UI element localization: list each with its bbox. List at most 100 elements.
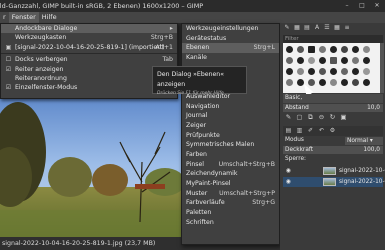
gradient-tab-icon[interactable]: ▤ [302,24,312,31]
brush-preset[interactable] [308,68,315,75]
brush-preset[interactable] [341,46,348,53]
close-button[interactable]: ✕ [370,0,384,12]
menu-item-zeiger[interactable]: Zeiger [182,121,279,131]
brush-preset[interactable] [319,46,326,53]
brush-preset[interactable] [341,79,348,86]
menu-item-pinsel[interactable]: Pinsel Umschalt+Strg+B [182,160,279,170]
menu-item-pruefpunkte[interactable]: Prüfpunkte [182,131,279,141]
brush-preset[interactable] [330,57,337,64]
menu-item-muster[interactable]: Muster Umschalt+Strg+P [182,189,279,199]
layer-row[interactable]: ◉ signal-2022-10-04 [283,177,385,187]
brush-preset[interactable] [352,68,359,75]
brush-preset[interactable] [286,68,293,75]
menu-item-kanaele[interactable]: Kanäle [182,53,279,63]
brush-preset[interactable] [319,79,326,86]
brush-preset[interactable] [286,46,293,53]
undo-tab-icon[interactable]: ↶ [316,126,327,136]
brush-preset[interactable] [297,57,304,64]
dock-tab-icons: ✎ ▦ ▤ A ☰ ▦ ≡ [282,24,383,34]
refresh-brushes-icon[interactable]: ↻ [327,113,338,121]
layers-tab-icon[interactable]: ▤ [283,126,294,136]
brush-actions: ✎ ▢ ⧉ ⊖ ↻ ▣ [283,113,383,123]
font-tab-icon[interactable]: A [312,24,322,31]
menu-item-mypaint-pinsel[interactable]: MyPaint-Pinsel [182,179,279,189]
menu-item-reiter-anzeigen[interactable]: ☑ Reiter anzeigen [1,65,177,74]
eye-icon[interactable]: ◉ [286,177,291,187]
brush-preset[interactable] [341,68,348,75]
deckkraft-slider[interactable]: Deckkraft 100,0 [283,146,383,154]
document-tab-icon[interactable]: ☰ [322,24,332,31]
tooltip: Den Dialog »Ebenen« anzeigen Drücken Sie… [152,66,247,96]
tag-selector[interactable]: Basic, [283,94,383,103]
menu-item-navigation[interactable]: Navigation [182,102,279,112]
modus-select[interactable]: Normal ▾ [345,137,383,145]
menu-item-image-window[interactable]: ▣ [signal-2022-10-04-16-20-25-819-1] (im… [1,43,177,52]
submenu-arrow-icon: ▸ [169,25,173,32]
paths-tab-icon[interactable]: ✐ [305,126,316,136]
menu-item-einzelfenster-modus[interactable]: ☑ Einzelfenster-Modus [1,83,177,92]
menu-item-werkzeugkasten[interactable]: Werkzeugkasten Strg+B [1,33,177,42]
menu-hilfe[interactable]: Hilfe [39,12,60,23]
pattern-tab-icon[interactable]: ▦ [292,24,302,31]
brush-preset[interactable] [363,68,370,75]
brush-preset[interactable] [297,68,304,75]
menu-item-reiteranordnung[interactable]: Reiteranordnung ▸ [1,74,177,83]
brush-preset[interactable] [363,79,370,86]
brush-scrollbar[interactable] [380,43,384,93]
menu-item-paletten[interactable]: Paletten [182,208,279,218]
brush-preset[interactable] [352,57,359,64]
brush-preset[interactable] [286,57,293,64]
menu-item-andockbare-dialoge[interactable]: Andockbare Dialoge ▸ [1,24,177,34]
brush-preset[interactable] [363,57,370,64]
brush-preset[interactable] [297,46,304,53]
menu-partial[interactable]: r [0,12,9,23]
menu-item-geraetestatus[interactable]: Gerätestatus [182,34,279,44]
layer-thumbnail [323,167,336,175]
menu-item-journal[interactable]: Journal [182,111,279,121]
menu-item-ebenen[interactable]: Ebenen Strg+L [182,43,279,54]
layer-row[interactable]: ◉ signal-2022-10-04 [283,166,385,176]
menu-fenster[interactable]: Fenster [8,12,39,23]
menu-item-zeichendynamik[interactable]: Zeichendynamik [182,169,279,179]
new-brush-icon[interactable]: ▢ [294,113,305,121]
menu-item-symmetrisches-malen[interactable]: Symmetrisches Malen [182,140,279,150]
image-window-icon: ▣ [5,43,12,51]
grid-view-icon[interactable]: ▦ [332,24,342,31]
menu-separator [1,53,177,55]
brush-preset[interactable] [330,46,337,53]
brush-preset[interactable] [363,46,370,53]
maximize-button[interactable]: □ [355,0,369,12]
channels-tab-icon[interactable]: ▥ [294,126,305,136]
delete-brush-icon[interactable]: ⊖ [316,113,327,121]
brush-preset[interactable] [341,57,348,64]
brush-preset[interactable] [308,57,315,64]
duplicate-brush-icon[interactable]: ⧉ [305,113,316,122]
window-title: ild-Ganzzahl, GIMP built-in sRGB, 2 Eben… [0,0,385,12]
checkbox-icon: ☐ [5,56,12,64]
brush-preset[interactable] [286,79,293,86]
brush-preset[interactable] [319,68,326,75]
minimize-button[interactable]: – [340,0,354,12]
filter-input[interactable]: Filter [283,35,383,43]
edit-brush-icon[interactable]: ✎ [283,113,294,121]
abstand-slider[interactable]: Abstand 10,0 [283,104,383,112]
brush-preset[interactable] [308,46,315,53]
tool-options-tab-icon[interactable]: ⚙ [327,126,338,136]
menu-item-docks-verbergen[interactable]: ☐ Docks verbergen Tab [1,55,177,64]
menu-item-farben[interactable]: Farben [182,150,279,160]
brush-preset[interactable] [352,46,359,53]
brush-preset[interactable] [352,79,359,86]
brush-grid[interactable] [283,43,383,93]
tooltip-text: Den Dialog »Ebenen« anzeigen [157,71,224,88]
brush-preset[interactable] [319,57,326,64]
menu-item-farbverlaeufe[interactable]: Farbverläufe Strg+G [182,198,279,208]
list-view-icon[interactable]: ≡ [342,24,352,31]
brush-tab-icon[interactable]: ✎ [282,24,292,31]
eye-icon[interactable]: ◉ [286,166,291,176]
brush-preset[interactable] [330,68,337,75]
menu-item-schriften[interactable]: Schriften [182,218,279,228]
brush-preset[interactable] [330,79,337,86]
open-as-image-icon[interactable]: ▣ [338,113,349,121]
dockable-dialogs-menu: Werkzeugeinstellungen Gerätestatus Ebene… [181,23,280,245]
menu-item-werkzeugeinstellungen[interactable]: Werkzeugeinstellungen [182,24,279,34]
